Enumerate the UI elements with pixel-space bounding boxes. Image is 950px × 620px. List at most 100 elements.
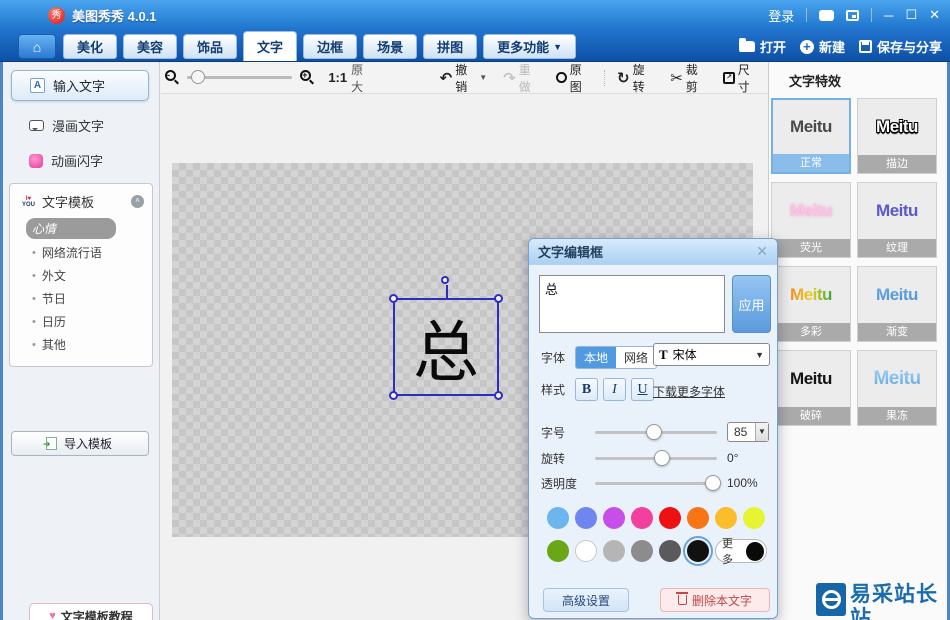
dialog-title-bar[interactable]: 文字编辑框 ✕ [529, 239, 777, 265]
undo-button[interactable]: ↶ 撤销 ▼ [440, 61, 487, 95]
tab-border[interactable]: 边框 [303, 34, 358, 59]
tab-text[interactable]: 文字 [243, 31, 298, 61]
mini-mode-icon[interactable] [846, 9, 860, 21]
minimize-button[interactable]: ─ [884, 8, 893, 23]
crop-button[interactable]: ✂ 裁剪 [670, 61, 707, 95]
dialog-close-icon[interactable]: ✕ [756, 243, 768, 260]
resize-handle-top-left[interactable] [389, 294, 398, 303]
apply-button[interactable]: 应用 [732, 275, 771, 333]
zoom-slider-thumb[interactable] [191, 70, 206, 84]
resize-handle-bottom-right[interactable] [494, 391, 503, 400]
text-input[interactable]: 总 [539, 275, 725, 333]
rotate-button[interactable]: ↻ 旋转 [617, 61, 654, 95]
font-size-slider-thumb[interactable] [646, 423, 663, 440]
resize-handle-bottom-left[interactable] [389, 391, 398, 400]
bold-button[interactable]: B [575, 378, 599, 401]
color-swatch[interactable] [743, 507, 765, 529]
color-swatch[interactable] [575, 507, 597, 529]
new-button[interactable]: + 新建 [799, 37, 845, 56]
tab-collage[interactable]: 拼图 [423, 34, 478, 59]
template-tutorial-button[interactable]: ♥ 文字模板教程 [29, 603, 153, 620]
open-button[interactable]: 打开 [738, 37, 786, 56]
text-selection-box[interactable]: 总 [389, 276, 503, 400]
tab-more-label: 更多功能 [497, 40, 550, 55]
font-size-value[interactable]: 85 ▼ [727, 422, 769, 442]
effect-card-glow[interactable]: Meitu 荧光 [771, 182, 851, 258]
more-colors-button[interactable]: 更多 [715, 538, 767, 566]
template-group-header[interactable]: I♥ YOU 文字模板 ˄ [10, 190, 152, 217]
template-item-festival[interactable]: • 节日 [10, 287, 152, 310]
original-size-label[interactable]: 原大 [351, 61, 374, 95]
template-item-foreign[interactable]: • 外文 [10, 264, 152, 287]
effect-card-normal[interactable]: Meitu 正常 [771, 98, 851, 174]
maximize-button[interactable]: ☐ [905, 7, 917, 23]
color-swatch[interactable] [603, 540, 625, 562]
color-swatch-selected[interactable] [687, 540, 709, 562]
effect-card-outline[interactable]: Meitu 描边 [857, 98, 937, 174]
font-local-option[interactable]: 本地 [576, 347, 617, 368]
opacity-slider[interactable] [595, 474, 721, 491]
rotation-slider-thumb[interactable] [653, 449, 670, 466]
resize-handle-top-right[interactable] [494, 294, 503, 303]
zoom-ratio-label[interactable]: 1:1 [328, 70, 347, 85]
close-button[interactable]: ✕ [929, 7, 940, 23]
tab-beautify[interactable]: 美化 [63, 34, 118, 59]
home-tab[interactable]: ⌂ [18, 34, 56, 59]
font-size-slider[interactable] [595, 423, 717, 440]
color-swatch[interactable] [659, 540, 681, 562]
effect-sample: Meitu [876, 117, 918, 136]
color-swatch[interactable] [631, 507, 653, 529]
save-share-button[interactable]: 保存与分享 [858, 37, 942, 56]
canvas-text[interactable]: 总 [395, 300, 497, 394]
login-link[interactable]: 登录 [768, 6, 794, 25]
delete-text-button[interactable]: 删除本文字 [660, 588, 770, 612]
opacity-slider-thumb[interactable] [704, 474, 721, 491]
color-swatch[interactable] [631, 540, 653, 562]
bullet-icon: • [32, 292, 36, 305]
tab-scene[interactable]: 场景 [363, 34, 418, 59]
feedback-icon[interactable] [819, 9, 835, 21]
effect-sample: Meitu [858, 351, 936, 407]
template-item-calendar[interactable]: • 日历 [10, 310, 152, 333]
style-label: 样式 [541, 383, 566, 397]
resize-button[interactable]: ↗ 尺寸 [723, 61, 760, 95]
effect-card-broken[interactable]: Meitu 破碎 [771, 350, 851, 426]
import-template-button[interactable]: 导入模板 [11, 431, 149, 456]
italic-button[interactable]: I [603, 378, 627, 401]
tab-accessory[interactable]: 饰品 [183, 34, 238, 59]
effect-card-texture[interactable]: Meitu 纹理 [857, 182, 937, 258]
sidebar-item-comic-text[interactable]: 漫画文字 [3, 107, 159, 142]
tab-cosmetic[interactable]: 美容 [123, 34, 178, 59]
collapse-icon[interactable]: ˄ [131, 195, 144, 208]
template-item-other[interactable]: • 其他 [10, 333, 152, 356]
zoom-slider[interactable] [187, 70, 293, 84]
font-label: 字体 [541, 351, 566, 365]
color-swatch[interactable] [659, 507, 681, 529]
download-fonts-link[interactable]: 下载更多字体 [653, 383, 725, 400]
template-item-label: 节日 [41, 292, 66, 306]
rotation-handle[interactable] [441, 276, 449, 284]
effect-card-rainbow[interactable]: Meitu 多彩 [771, 266, 851, 342]
tab-more-features[interactable]: 更多功能 ▼ [483, 34, 577, 59]
color-swatch[interactable] [547, 540, 569, 562]
color-swatch[interactable] [547, 507, 569, 529]
font-family-select[interactable]: T 宋体 ▼ [653, 343, 770, 366]
sidebar-item-flash-text[interactable]: 动画闪字 [3, 142, 159, 177]
template-item-buzzwords[interactable]: • 网络流行语 [10, 241, 152, 264]
effect-card-jelly[interactable]: Meitu 果冻 [857, 350, 937, 426]
zoom-in-icon[interactable]: + [300, 70, 315, 85]
color-swatch[interactable] [687, 507, 709, 529]
redo-button[interactable]: ↷ 重做 [503, 61, 540, 95]
underline-button[interactable]: U [631, 378, 655, 401]
color-swatch[interactable] [575, 540, 597, 562]
color-swatch[interactable] [715, 507, 737, 529]
font-web-option[interactable]: 网络 [616, 347, 656, 368]
advanced-settings-button[interactable]: 高级设置 [543, 588, 629, 612]
rotation-slider[interactable] [595, 449, 717, 466]
original-image-button[interactable]: 原图 [556, 61, 592, 95]
template-item-mood[interactable]: 心情 [26, 218, 116, 239]
effect-card-gradient[interactable]: Meitu 渐变 [857, 266, 937, 342]
input-text-button[interactable]: A 输入文字 [11, 70, 149, 101]
zoom-out-icon[interactable]: - [165, 70, 180, 85]
color-swatch[interactable] [603, 507, 625, 529]
